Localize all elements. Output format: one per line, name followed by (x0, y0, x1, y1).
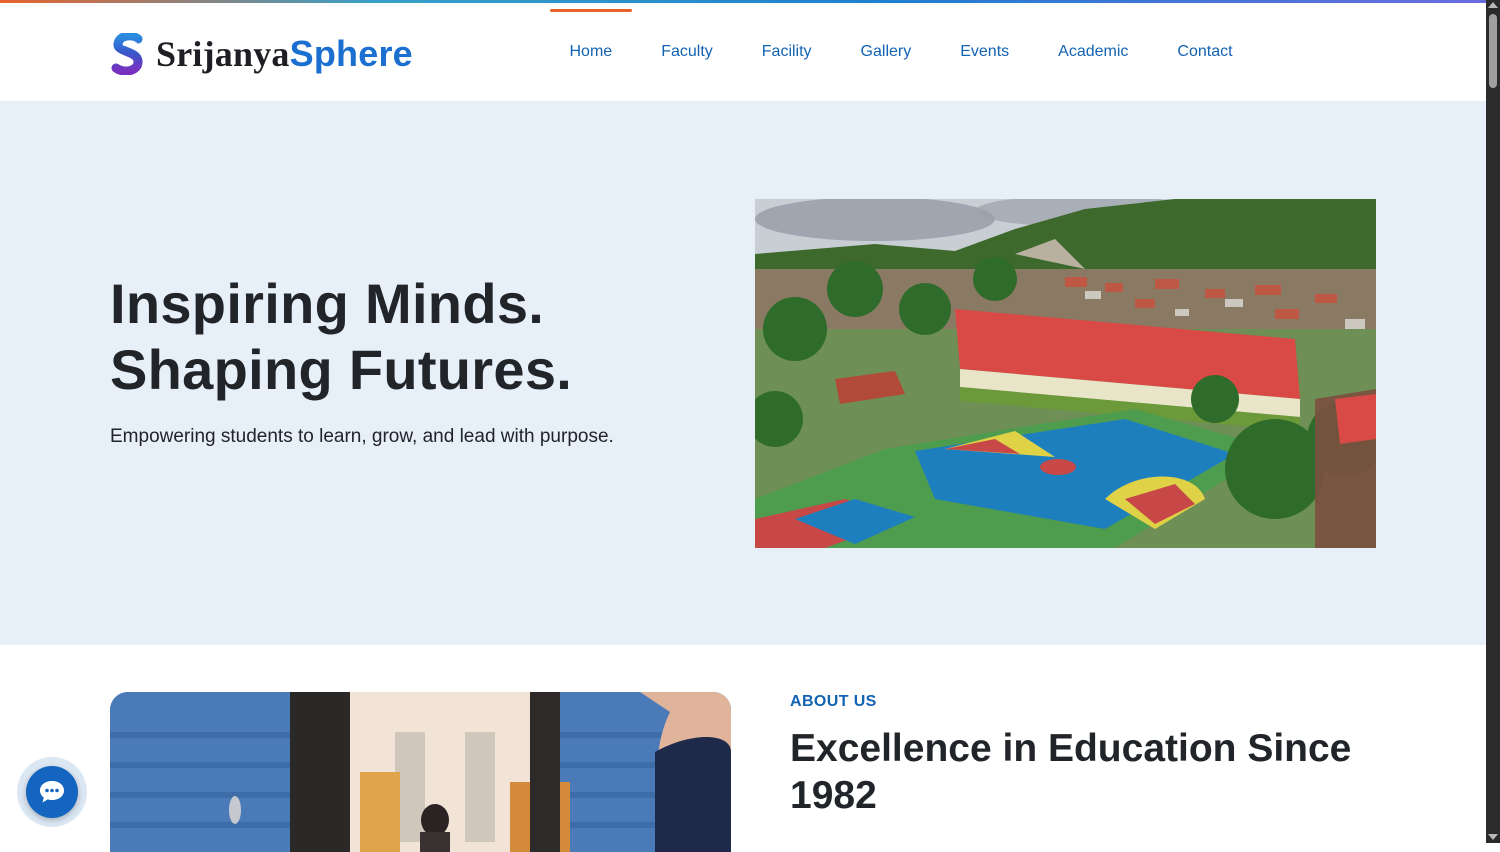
chat-button-inner (26, 766, 78, 818)
nav-item-faculty[interactable]: Faculty (637, 3, 738, 101)
nav-item-events[interactable]: Events (936, 3, 1034, 101)
nav-item-facility[interactable]: Facility (737, 3, 836, 101)
nav-item-gallery[interactable]: Gallery (836, 3, 936, 101)
brand-name-part2: Sphere (289, 33, 413, 74)
about-title: Excellence in Education Since 1982 (790, 727, 1352, 817)
main-nav: Home Faculty Facility Gallery Events Aca… (545, 3, 1257, 101)
page-scrollbar[interactable] (1486, 0, 1500, 843)
nav-item-academic[interactable]: Academic (1034, 3, 1153, 101)
students-photo (110, 692, 731, 852)
brand-name: SrijanyaSphere (156, 33, 413, 74)
brand-name-part1: Srijanya (156, 34, 290, 74)
hero-title-line1: Inspiring Minds. (110, 272, 545, 335)
campus-aerial-photo (755, 199, 1376, 548)
hero-subtitle: Empowering students to learn, grow, and … (110, 426, 614, 447)
nav-item-contact[interactable]: Contact (1153, 3, 1257, 101)
scroll-up-arrow-icon[interactable] (1488, 2, 1498, 8)
hero-title: Inspiring Minds. Shaping Futures. (110, 271, 572, 403)
chat-bubble-icon (40, 781, 64, 803)
s-logo-icon (111, 33, 143, 75)
hero-section: Inspiring Minds. Shaping Futures. Empowe… (0, 101, 1486, 645)
chat-button[interactable] (17, 757, 87, 827)
about-eyebrow: ABOUT US (790, 693, 877, 710)
hero-title-line2: Shaping Futures. (110, 338, 573, 401)
site-header: SrijanyaSphere Home Faculty Facility Gal… (0, 3, 1486, 101)
brand-logo[interactable]: SrijanyaSphere (110, 31, 413, 77)
scroll-down-arrow-icon[interactable] (1488, 834, 1498, 840)
nav-item-home[interactable]: Home (545, 3, 637, 101)
scrollbar-thumb[interactable] (1489, 14, 1497, 88)
about-section: ABOUT US Excellence in Education Since 1… (0, 645, 1486, 852)
